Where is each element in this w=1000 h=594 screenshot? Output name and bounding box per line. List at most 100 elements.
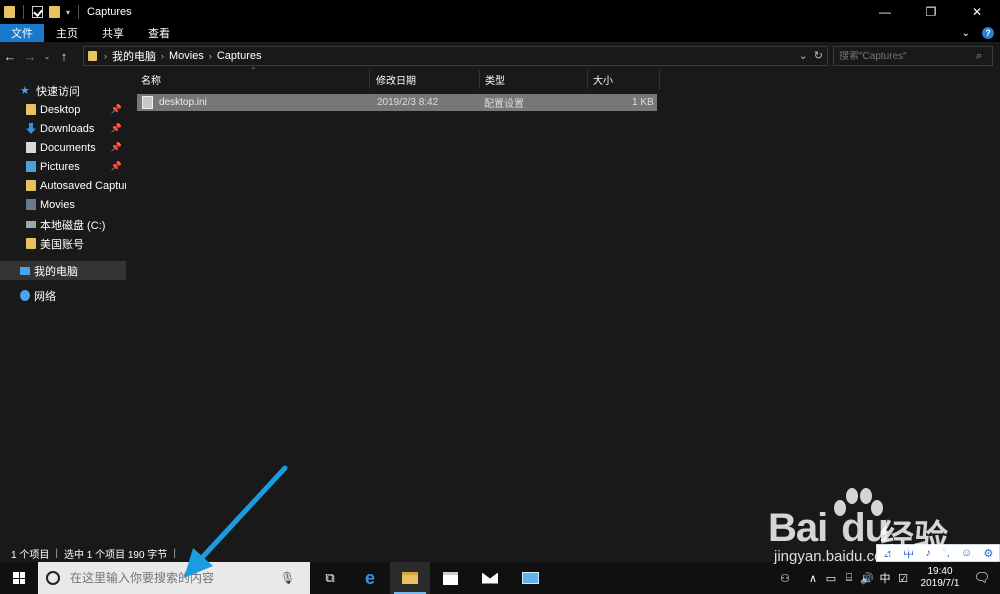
nav-item-this-pc[interactable]: 我的电脑 — [0, 261, 126, 280]
address-bar[interactable]: › 我的电脑 › Movies › Captures ⌄ ↻ — [83, 46, 828, 66]
edge-button[interactable]: e — [350, 562, 390, 594]
edge-icon: e — [364, 567, 375, 588]
nav-item-desktop[interactable]: Desktop 📌 — [0, 100, 126, 119]
people-icon[interactable]: ⚇ — [776, 572, 794, 585]
pin-icon[interactable]: 📌 — [111, 142, 122, 153]
expand-ribbon-chevron-icon[interactable]: ⌄ — [962, 28, 970, 39]
address-dropdown-icon[interactable]: ⌄ — [799, 49, 808, 62]
nav-item-movies[interactable]: Movies — [0, 195, 126, 214]
chevron-right-icon[interactable]: › — [209, 51, 212, 61]
store-button[interactable] — [430, 562, 470, 594]
nav-item-downloads[interactable]: Downloads 📌 — [0, 119, 126, 138]
minimize-button[interactable]: — — [862, 0, 908, 24]
pin-icon[interactable]: 📌 — [111, 161, 122, 172]
nav-label: Movies — [40, 198, 75, 211]
file-list: ⌃ 名称 修改日期 类型 大小 desktop.ini 2019/2/3 8:4… — [126, 66, 1000, 544]
volume-icon[interactable]: 🔊 — [858, 572, 876, 585]
show-hidden-icons-chevron-icon[interactable]: ∧ — [804, 572, 822, 585]
breadcrumb-captures[interactable]: Captures — [217, 50, 262, 62]
tab-view[interactable]: 查看 — [136, 24, 182, 42]
column-header-size[interactable]: 大小 — [588, 70, 660, 89]
search-icon[interactable]: ⌕ — [976, 50, 982, 63]
power-icon[interactable]: ▭ — [822, 572, 840, 585]
breadcrumb-movies[interactable]: Movies — [169, 50, 204, 62]
download-icon — [26, 123, 36, 134]
task-view-button[interactable]: ⧉ — [310, 562, 350, 594]
search-input[interactable] — [839, 50, 974, 62]
tab-home[interactable]: 主页 — [44, 24, 90, 42]
nav-label: 快速访问 — [36, 85, 80, 98]
taskbar-search[interactable]: 🎙 — [38, 562, 310, 594]
quick-access-toolbar: ▾ — [0, 5, 81, 19]
pin-icon[interactable]: 📌 — [111, 104, 122, 115]
taskbar-search-input[interactable] — [70, 571, 280, 585]
start-button[interactable] — [0, 562, 38, 594]
nav-item-network[interactable]: 网络 — [0, 286, 126, 305]
refresh-icon[interactable]: ↻ — [814, 49, 823, 62]
back-button[interactable]: ← — [0, 42, 20, 70]
divider: | — [173, 547, 176, 559]
chevron-right-icon[interactable]: › — [161, 51, 164, 61]
pin-icon[interactable]: 📌 — [111, 123, 122, 134]
star-icon: ★ — [20, 85, 30, 97]
nav-item-local-disk[interactable]: 本地磁盘 (C:) — [0, 215, 126, 234]
ime-language-indicator[interactable]: 中 — [876, 570, 894, 586]
nav-label: Downloads — [40, 122, 95, 135]
customize-toolbar-chevron-icon[interactable]: ▾ — [66, 8, 70, 17]
item-count: 1 个项目 — [11, 549, 50, 561]
properties-icon[interactable] — [32, 6, 43, 18]
clock[interactable]: 19:40 2019/7/1 — [916, 566, 964, 590]
remote-desktop-button[interactable] — [510, 562, 550, 594]
clock-date: 2019/7/1 — [920, 578, 960, 589]
microphone-icon[interactable]: 🎙 — [280, 571, 295, 585]
nav-label: Desktop — [40, 103, 81, 116]
selected-info: 选中 1 个项目 190 字节 — [63, 549, 168, 561]
ime-mode-icon[interactable]: ☑ — [894, 572, 912, 585]
disk-icon — [26, 221, 36, 228]
nav-label: Pictures — [40, 160, 80, 173]
restore-button[interactable]: ❐ — [908, 0, 954, 24]
nav-item-pictures[interactable]: Pictures 📌 — [0, 157, 126, 176]
cortana-icon[interactable] — [46, 571, 60, 585]
divider: | — [55, 547, 58, 559]
remote-desktop-icon — [521, 572, 539, 584]
nav-quick-access[interactable]: ★ 快速访问 — [0, 81, 126, 100]
window-controls: — ❐ ✕ — [862, 0, 1000, 24]
new-folder-icon[interactable] — [49, 6, 60, 18]
ribbon-tabs: 文件 主页 共享 查看 ⌄ ? — [0, 24, 1000, 42]
file-size: 1 KB — [632, 97, 654, 108]
nav-item-documents[interactable]: Documents 📌 — [0, 138, 126, 157]
nav-item-autosaved-capture[interactable]: Autosaved Capture — [0, 176, 126, 195]
network-icon — [20, 290, 30, 301]
network-tray-icon[interactable]: ⌸ — [840, 572, 858, 585]
address-row: ← → ⌄ ↑ › 我的电脑 › Movies › Captures ⌄ ↻ ⌕ — [0, 42, 1000, 70]
column-header-name[interactable]: 名称 — [126, 70, 370, 89]
title-bar: ▾ Captures — ❐ ✕ — [0, 0, 1000, 24]
file-modified: 2019/2/3 8:42 — [377, 97, 439, 108]
window-title: Captures — [87, 6, 132, 18]
nav-label: 美国账号 — [40, 238, 84, 251]
divider — [23, 5, 24, 19]
tab-share[interactable]: 共享 — [90, 24, 136, 42]
movies-icon — [26, 199, 36, 210]
windows-icon — [13, 572, 25, 584]
store-icon — [442, 571, 458, 585]
column-header-type[interactable]: 类型 — [480, 70, 588, 89]
up-button[interactable]: ↑ — [54, 42, 74, 70]
divider — [78, 5, 80, 19]
help-icon[interactable]: ? — [982, 27, 994, 39]
forward-button[interactable]: → — [20, 42, 40, 70]
table-row[interactable]: desktop.ini 2019/2/3 8:42 配置设置 1 KB — [137, 94, 657, 111]
ini-file-icon — [142, 96, 153, 109]
file-explorer-button[interactable] — [390, 562, 430, 594]
tab-file[interactable]: 文件 — [0, 24, 44, 42]
close-button[interactable]: ✕ — [954, 0, 1000, 24]
breadcrumb-my-pc[interactable]: 我的电脑 — [112, 48, 156, 64]
nav-item-us-account[interactable]: 美国账号 — [0, 234, 126, 253]
folder-icon — [4, 6, 15, 18]
recent-locations-chevron-icon[interactable]: ⌄ — [40, 42, 54, 70]
chevron-right-icon: › — [104, 51, 107, 61]
column-header-modified[interactable]: 修改日期 — [370, 70, 480, 89]
mail-button[interactable] — [470, 562, 510, 594]
search-box[interactable]: ⌕ — [833, 46, 993, 66]
